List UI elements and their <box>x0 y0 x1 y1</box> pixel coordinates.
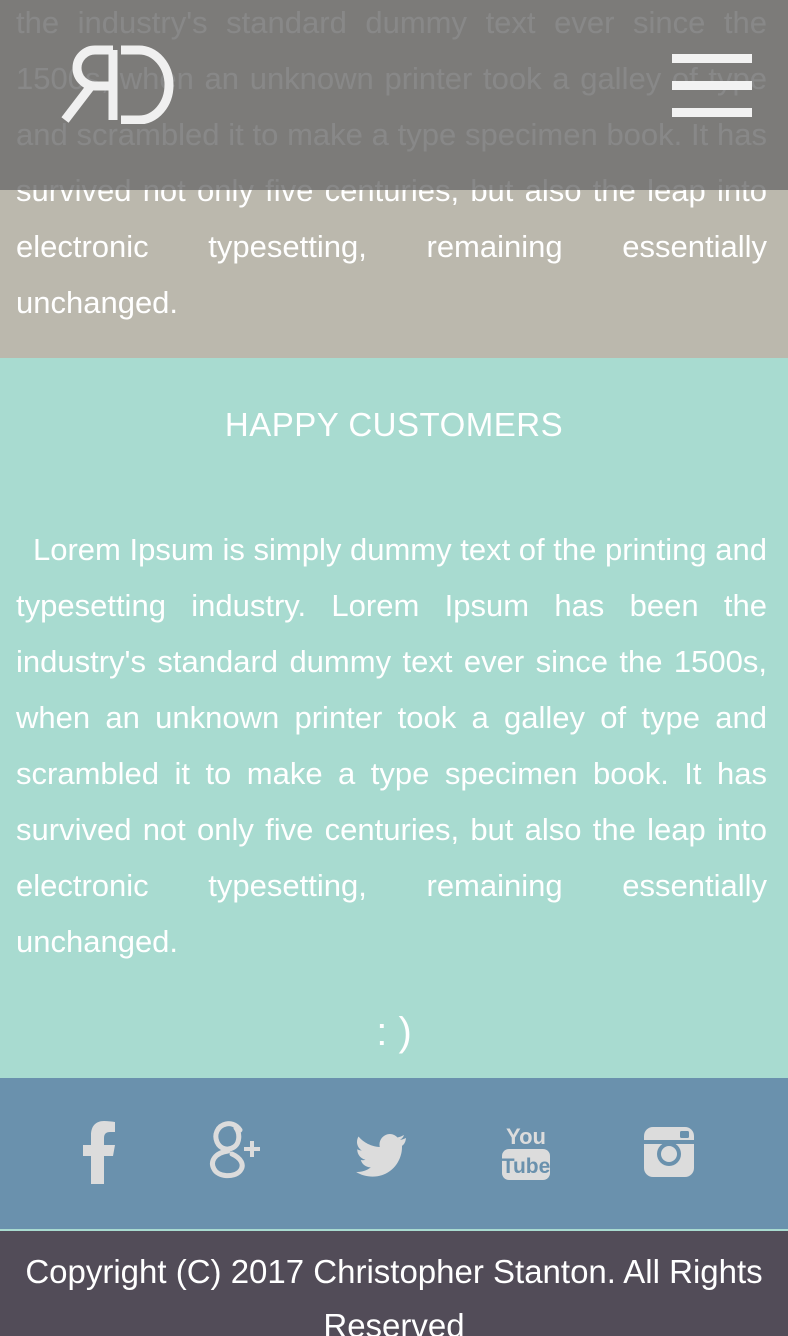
testimonial-paragraph: Lorem Ipsum is simply dummy text of the … <box>16 532 767 959</box>
instagram-icon[interactable] <box>642 1120 696 1184</box>
youtube-icon[interactable]: You Tube <box>500 1120 552 1184</box>
hamburger-menu-icon[interactable] <box>670 54 754 120</box>
svg-text:You: You <box>506 1124 546 1149</box>
facebook-icon[interactable] <box>82 1120 116 1184</box>
site-footer: Copyright (C) 2017 Christopher Stanton. … <box>0 1231 788 1336</box>
smile-text: : ) <box>376 1010 412 1054</box>
rd-logo-icon <box>61 45 174 125</box>
copyright-text: Copyright (C) 2017 Christopher Stanton. … <box>25 1253 763 1336</box>
google-plus-icon[interactable] <box>206 1120 264 1184</box>
happy-customers-heading: HAPPY CUSTOMERS <box>224 406 564 443</box>
site-header <box>0 0 788 190</box>
twitter-icon[interactable] <box>356 1120 408 1184</box>
site-logo[interactable] <box>55 44 175 125</box>
svg-text:Tube: Tube <box>502 1155 551 1178</box>
